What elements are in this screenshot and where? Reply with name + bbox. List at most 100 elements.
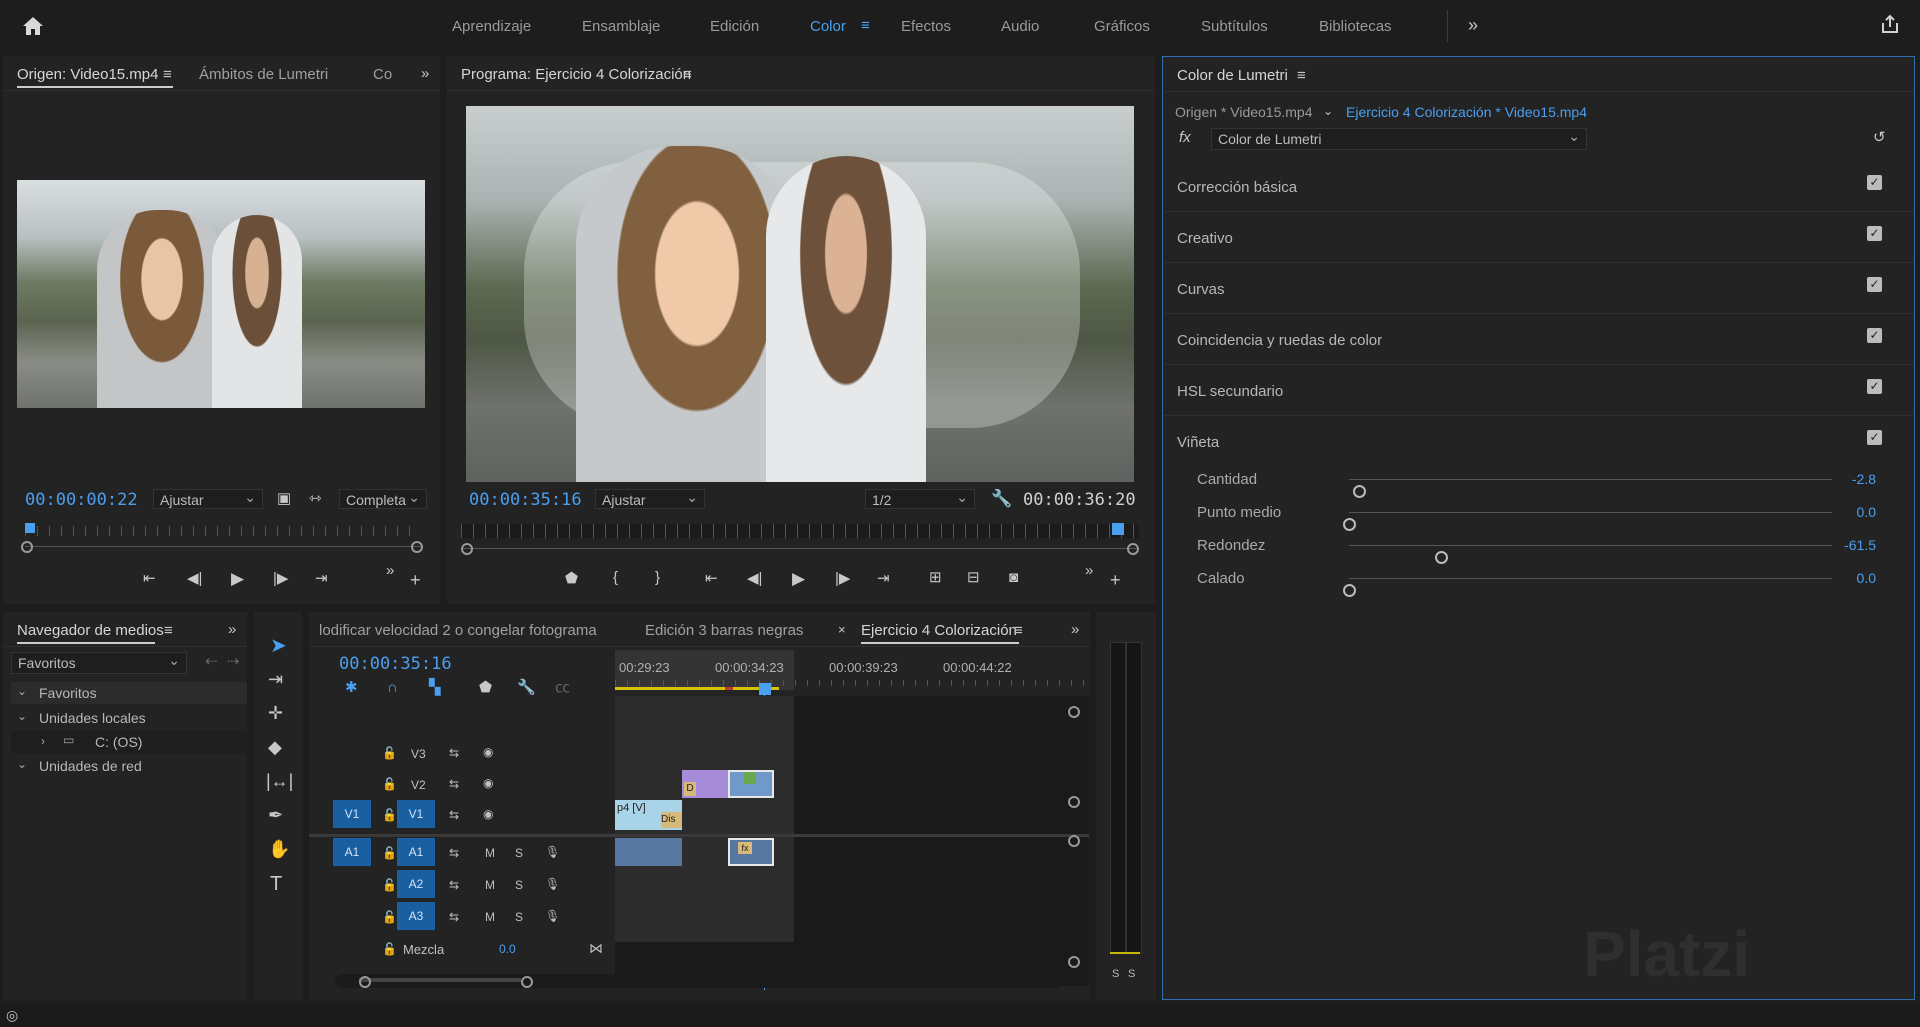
menu-color[interactable]: Color [810, 18, 846, 35]
slider-value[interactable]: -2.8 [1852, 471, 1876, 487]
slider-track[interactable] [1349, 545, 1832, 564]
more-controls-icon[interactable]: » [1085, 563, 1093, 578]
zoom-handle-right[interactable] [411, 541, 423, 553]
step-forward-icon[interactable]: |▶ [273, 571, 288, 586]
wrench-icon[interactable]: 🔧 [517, 680, 536, 695]
goto-out-icon[interactable]: ⇥ [315, 571, 328, 586]
tab-sequence-2[interactable]: Edición 3 barras negras [645, 622, 803, 639]
sync-icon[interactable]: ⇆ [449, 846, 459, 860]
source-quality-dropdown[interactable]: Completa [339, 487, 427, 509]
add-button-icon[interactable]: + [1110, 571, 1121, 589]
camera-icon[interactable]: ◙ [1009, 570, 1018, 585]
slider-track[interactable] [1343, 578, 1832, 597]
chevron-right-icon[interactable]: › [41, 734, 45, 748]
slider-value[interactable]: -61.5 [1844, 537, 1876, 553]
captions-icon[interactable]: ㏄ [555, 680, 570, 695]
step-back-icon[interactable]: ◀| [187, 571, 202, 586]
eye-icon[interactable]: ◉ [483, 745, 493, 759]
source-fit-dropdown[interactable]: Ajustar [153, 487, 263, 509]
source-time-ruler[interactable] [25, 526, 421, 536]
menu-subtitulos[interactable]: Subtítulos [1201, 18, 1268, 35]
goto-out-icon[interactable]: ⇥ [877, 571, 890, 586]
menu-audio[interactable]: Audio [1001, 18, 1039, 35]
wrench-icon[interactable]: 🔧 [991, 490, 1012, 507]
lock-icon[interactable]: 🔓 [382, 746, 397, 760]
track-target-a2[interactable]: A2 [397, 870, 435, 898]
zoom-handle-right[interactable] [1127, 543, 1139, 555]
clip-a1-audio[interactable] [615, 838, 682, 866]
vignette-midpoint-row[interactable]: Punto medio 0.0 [1163, 500, 1914, 531]
creative-cloud-icon[interactable]: ◎ [6, 1008, 18, 1022]
tab-source[interactable]: Origen: Video15.mp4 [17, 66, 158, 83]
vignette-amount-row[interactable]: Cantidad -2.8 [1163, 467, 1914, 498]
settings-icon[interactable]: ▣ [277, 491, 291, 506]
effect-dropdown[interactable]: Color de Lumetri [1211, 126, 1587, 150]
lock-icon[interactable]: 🔓 [382, 777, 397, 791]
horizontal-scroll-thumb[interactable] [359, 978, 521, 982]
tab-sequence-3[interactable]: Ejercicio 4 Colorización [861, 622, 1017, 639]
slider-knob[interactable] [1352, 485, 1366, 498]
timeline-playhead-head[interactable] [759, 683, 771, 695]
section-checkbox[interactable]: ✓ [1867, 430, 1882, 445]
program-timecode[interactable]: 00:00:35:16 [469, 490, 582, 510]
mix-value[interactable]: 0.0 [499, 942, 516, 956]
linked-selection-icon[interactable]: ▚ [429, 680, 441, 695]
clip-a1-fx-badge[interactable]: fx [738, 842, 752, 854]
extract-icon[interactable]: ⊟ [967, 570, 980, 585]
vertical-scroll-handle[interactable] [1068, 796, 1080, 808]
sync-icon[interactable]: ⇆ [449, 878, 459, 892]
panel-menu-icon[interactable]: ≡ [1014, 623, 1023, 638]
source-zoom-bar[interactable] [25, 546, 421, 547]
slider-knob[interactable] [1343, 584, 1356, 597]
section-checkbox[interactable]: ✓ [1867, 277, 1882, 292]
sync-icon[interactable]: ⇆ [449, 910, 459, 924]
nest-icon[interactable]: ✱ [345, 680, 358, 695]
section-creative[interactable]: Creativo ✓ [1163, 212, 1914, 263]
clip-v1-dissolve[interactable]: Dis [661, 812, 682, 828]
tab-overflow[interactable]: Co [373, 66, 392, 83]
back-arrow-icon[interactable]: ⇠ [205, 654, 218, 669]
program-playhead[interactable] [1112, 523, 1124, 535]
program-time-ruler[interactable] [461, 524, 1139, 538]
menu-graficos[interactable]: Gráficos [1094, 18, 1150, 35]
more-controls-icon[interactable]: » [386, 563, 394, 578]
add-button-icon[interactable]: + [410, 571, 421, 589]
sync-icon[interactable]: ⇆ [449, 777, 459, 791]
share-icon[interactable] [1880, 14, 1900, 37]
chevron-down-icon[interactable]: ⌄ [1323, 105, 1333, 117]
zoom-handle-right[interactable] [521, 976, 533, 988]
section-checkbox[interactable]: ✓ [1867, 226, 1882, 241]
close-icon[interactable]: × [838, 623, 846, 636]
slider-track[interactable] [1343, 512, 1832, 531]
step-forward-icon[interactable]: |▶ [835, 571, 850, 586]
clip-v2-fx-badge[interactable] [744, 772, 756, 784]
lumetri-sequence[interactable]: Ejercicio 4 Colorización * Video15.mp4 [1346, 104, 1587, 120]
menu-bibliotecas[interactable]: Bibliotecas [1319, 18, 1392, 35]
slider-value[interactable]: 0.0 [1857, 504, 1876, 520]
tree-row-favoritos[interactable]: ⌄ Favoritos [11, 682, 247, 704]
mic-icon[interactable]: 🎙 [545, 909, 560, 923]
zoom-handle-left[interactable] [461, 543, 473, 555]
mic-icon[interactable]: 🎙 [545, 845, 560, 859]
mix-bow-tie-icon[interactable]: ⋈ [589, 940, 603, 957]
chevron-down-icon[interactable]: ⌄ [17, 757, 27, 771]
workspace-menu-icon[interactable]: ≡ [861, 18, 870, 33]
solo-button[interactable]: S [515, 878, 523, 892]
slider-track[interactable] [1349, 479, 1832, 498]
tree-row-local-drives[interactable]: ⌄ Unidades locales [11, 707, 247, 729]
panel-menu-icon[interactable]: ≡ [164, 623, 173, 638]
source-patch-a1[interactable]: A1 [333, 838, 371, 866]
goto-in-icon[interactable]: ⇤ [143, 571, 156, 586]
ripple-edit-tool-icon[interactable]: ✛ [268, 704, 283, 722]
sync-icon[interactable]: ⇆ [449, 746, 459, 760]
chevron-right-icon[interactable]: » [228, 622, 236, 637]
section-checkbox[interactable]: ✓ [1867, 175, 1882, 190]
panel-menu-icon[interactable]: ≡ [1297, 68, 1306, 83]
tree-row-network-drives[interactable]: ⌄ Unidades de red [11, 755, 247, 777]
source-timecode[interactable]: 00:00:00:22 [25, 490, 138, 510]
menu-aprendizaje[interactable]: Aprendizaje [452, 18, 531, 35]
menu-efectos[interactable]: Efectos [901, 18, 951, 35]
mic-icon[interactable]: 🎙 [545, 877, 560, 891]
section-vignette[interactable]: Viñeta ✓ [1163, 416, 1914, 466]
section-basic-correction[interactable]: Corrección básica ✓ [1163, 161, 1914, 212]
